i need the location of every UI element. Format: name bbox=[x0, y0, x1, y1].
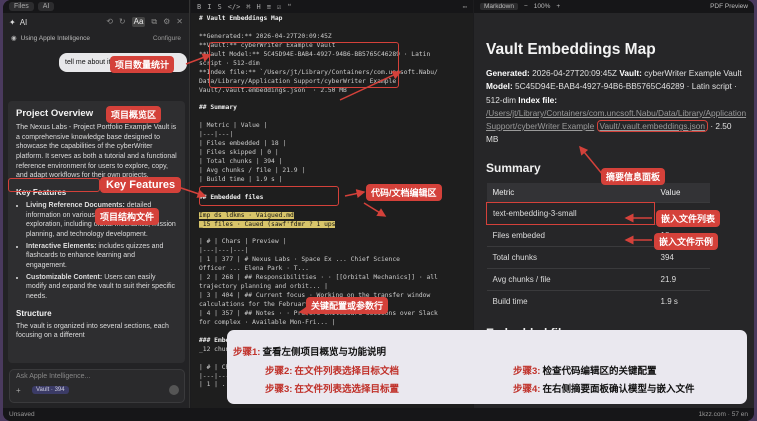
code-line: |---|---| bbox=[199, 131, 234, 139]
step-3: 步骤3: 在文件列表选选择目标置 bbox=[265, 384, 399, 395]
pdf-preview-button[interactable]: PDF Preview bbox=[710, 3, 748, 10]
zoom-in-icon[interactable]: + bbox=[556, 3, 560, 10]
bold-button[interactable]: B bbox=[197, 3, 201, 11]
table-row: Build time 1.9 s bbox=[486, 289, 710, 313]
vault-chip[interactable]: Vault · 394 bbox=[32, 386, 69, 394]
code-line: | Avg chunks / file | 21.9 | bbox=[199, 166, 306, 174]
files-highlight-box bbox=[199, 186, 339, 206]
tab-files[interactable]: Files bbox=[9, 2, 34, 11]
zoom-out-icon[interactable]: − bbox=[524, 3, 528, 10]
annotation-label: 项目结构文件 bbox=[95, 208, 160, 225]
checklist-button[interactable]: ☑ bbox=[277, 3, 281, 11]
preview-title: Vault Embeddings Map bbox=[486, 41, 656, 58]
copy-icon[interactable]: ⧉ bbox=[151, 17, 157, 27]
table-row: Avg chunks / file 21.9 bbox=[486, 267, 710, 291]
configure-link[interactable]: Configure bbox=[153, 35, 181, 42]
status-right: 1kzz.com · 57 en bbox=[698, 411, 749, 418]
intelligence-row: ◉ Using Apple Intelligence Configure bbox=[3, 31, 189, 45]
ai-title: AI bbox=[19, 17, 28, 27]
list-item: Customizable Content: Users can easily m… bbox=[26, 273, 177, 302]
code-line: | Metric | Value | bbox=[199, 122, 268, 130]
code-line: | Total chunks | 394 | bbox=[199, 158, 283, 165]
annotation-label: 关键配置或参数行 bbox=[306, 297, 389, 314]
ai-header: ✦ AI ⟲ ↻ Aa ⧉ ⚙ ✕ bbox=[3, 13, 189, 31]
chat-input[interactable]: Ask Apple Intelligence... + Vault · 394 bbox=[9, 369, 185, 403]
code-line: _15 files · Caued (sawf'fdmr ? 1 ups bbox=[199, 220, 336, 228]
code-line: | # | Chars | Preview | bbox=[199, 238, 287, 246]
annotation-label: Key Features bbox=[100, 177, 182, 193]
preview-toolbar: Markdown − 100% + PDF Preview bbox=[474, 0, 754, 13]
intelligence-label: Using Apple Intelligence bbox=[20, 34, 91, 42]
sparkle-icon: ✦ bbox=[9, 17, 16, 27]
annotation-label: 嵌入文件列表 bbox=[656, 210, 721, 227]
code-line: for complex · Available Mon-Fri... | bbox=[199, 318, 336, 326]
code-line: |---|---|---| bbox=[199, 247, 249, 255]
annotation-label: 代码/文档编辑区 bbox=[366, 184, 442, 201]
list-button[interactable]: ≡ bbox=[267, 3, 271, 11]
link-button[interactable]: ⌘ bbox=[246, 3, 250, 11]
close-icon[interactable]: ✕ bbox=[176, 17, 183, 27]
list-item: Interactive Elements: includes quizzes a… bbox=[26, 242, 177, 271]
heading-button[interactable]: H bbox=[257, 3, 261, 11]
structure-title: Structure bbox=[16, 308, 52, 318]
preview-meta: Generated: 2026-04-27T20:09:45Z Vault: c… bbox=[486, 68, 747, 145]
code-line: | Files skipped | 0 | bbox=[199, 149, 279, 157]
code-line: Imp ds ldkms · Vaigued.md bbox=[199, 211, 294, 219]
status-bar: Unsaved 1kzz.com · 57 en bbox=[3, 408, 754, 421]
code-line: | 1 | 377 | # Nexus Labs · Space Ex ... … bbox=[199, 256, 400, 264]
more-icon[interactable]: ⋯ bbox=[463, 3, 467, 11]
sidebar-tabs: Files AI bbox=[3, 0, 189, 13]
font-size-button[interactable]: Aa bbox=[131, 17, 146, 27]
structure-text: The vault is organized into several sect… bbox=[16, 322, 169, 340]
code-line: | 2 | 268 | ## Responsibilities · · [[Or… bbox=[199, 274, 438, 282]
history-icon[interactable]: ⟲ bbox=[106, 17, 113, 27]
code-line: | Files embedded | 18 | bbox=[199, 140, 287, 148]
table-header: Value bbox=[654, 182, 710, 203]
features-highlight-box bbox=[8, 178, 100, 192]
step-5: 步骤4: 在右侧摘要面板确认模型与嵌入文件 bbox=[513, 384, 695, 395]
assistant-response: Project Overview The Nexus Labs - Projec… bbox=[8, 101, 185, 363]
code-line: trajectory planning and orbit... | bbox=[199, 283, 328, 291]
tab-ai[interactable]: AI bbox=[37, 2, 55, 11]
code-line: ## Summary bbox=[199, 104, 237, 112]
code-line: Officer ... Elena Park · T... bbox=[199, 265, 309, 273]
italic-button[interactable]: I bbox=[207, 3, 211, 11]
step-2: 步骤2: 在文件列表选择目标文档 bbox=[265, 366, 399, 377]
refresh-icon[interactable]: ↻ bbox=[119, 17, 126, 27]
mode-select[interactable]: Markdown bbox=[480, 3, 518, 10]
send-button[interactable] bbox=[169, 385, 179, 395]
zoom-level: 100% bbox=[533, 3, 551, 10]
annotation-label: 项目概览区 bbox=[106, 106, 162, 123]
step-4: 步骤3: 检查代码编辑区的关键配置 bbox=[513, 366, 657, 377]
overview-text: The Nexus Labs - Project Portfolio Examp… bbox=[16, 124, 177, 180]
chat-input-placeholder: Ask Apple Intelligence... bbox=[16, 373, 91, 380]
status-left: Unsaved bbox=[9, 411, 35, 418]
strike-button[interactable]: S bbox=[217, 3, 221, 11]
editor-toolbar: B I S </> ⌘ H ≡ ☑ ❝ ⋯ bbox=[191, 0, 473, 13]
steps-overlay: 步骤1: 查看左侧项目概览与功能说明 步骤2: 在文件列表选择目标文档 步骤3: 在文… bbox=[227, 330, 747, 404]
code-line: # Vault Embeddings Map bbox=[199, 15, 283, 22]
quote-button[interactable]: ❝ bbox=[287, 3, 291, 11]
settings-icon[interactable]: ⚙ bbox=[163, 17, 170, 27]
step-1: 步骤1: 查看左侧项目概览与功能说明 bbox=[233, 347, 386, 358]
annotation-label: 摘要信息面板 bbox=[601, 168, 666, 185]
add-icon[interactable]: + bbox=[16, 386, 21, 395]
index-file-link[interactable]: Vault/.vault.embeddings.json bbox=[596, 120, 708, 133]
apple-icon: ◉ bbox=[11, 35, 17, 42]
code-button[interactable]: </> bbox=[228, 3, 241, 11]
annotation-label: 项目数量统计 bbox=[110, 56, 175, 73]
code-line: **Generated:** 2026-04-27T20:09:45Z bbox=[199, 32, 332, 40]
table-header: Metric bbox=[486, 182, 655, 203]
config-highlight-box bbox=[209, 42, 399, 88]
annotation-label: 嵌入文件示例 bbox=[654, 233, 719, 250]
